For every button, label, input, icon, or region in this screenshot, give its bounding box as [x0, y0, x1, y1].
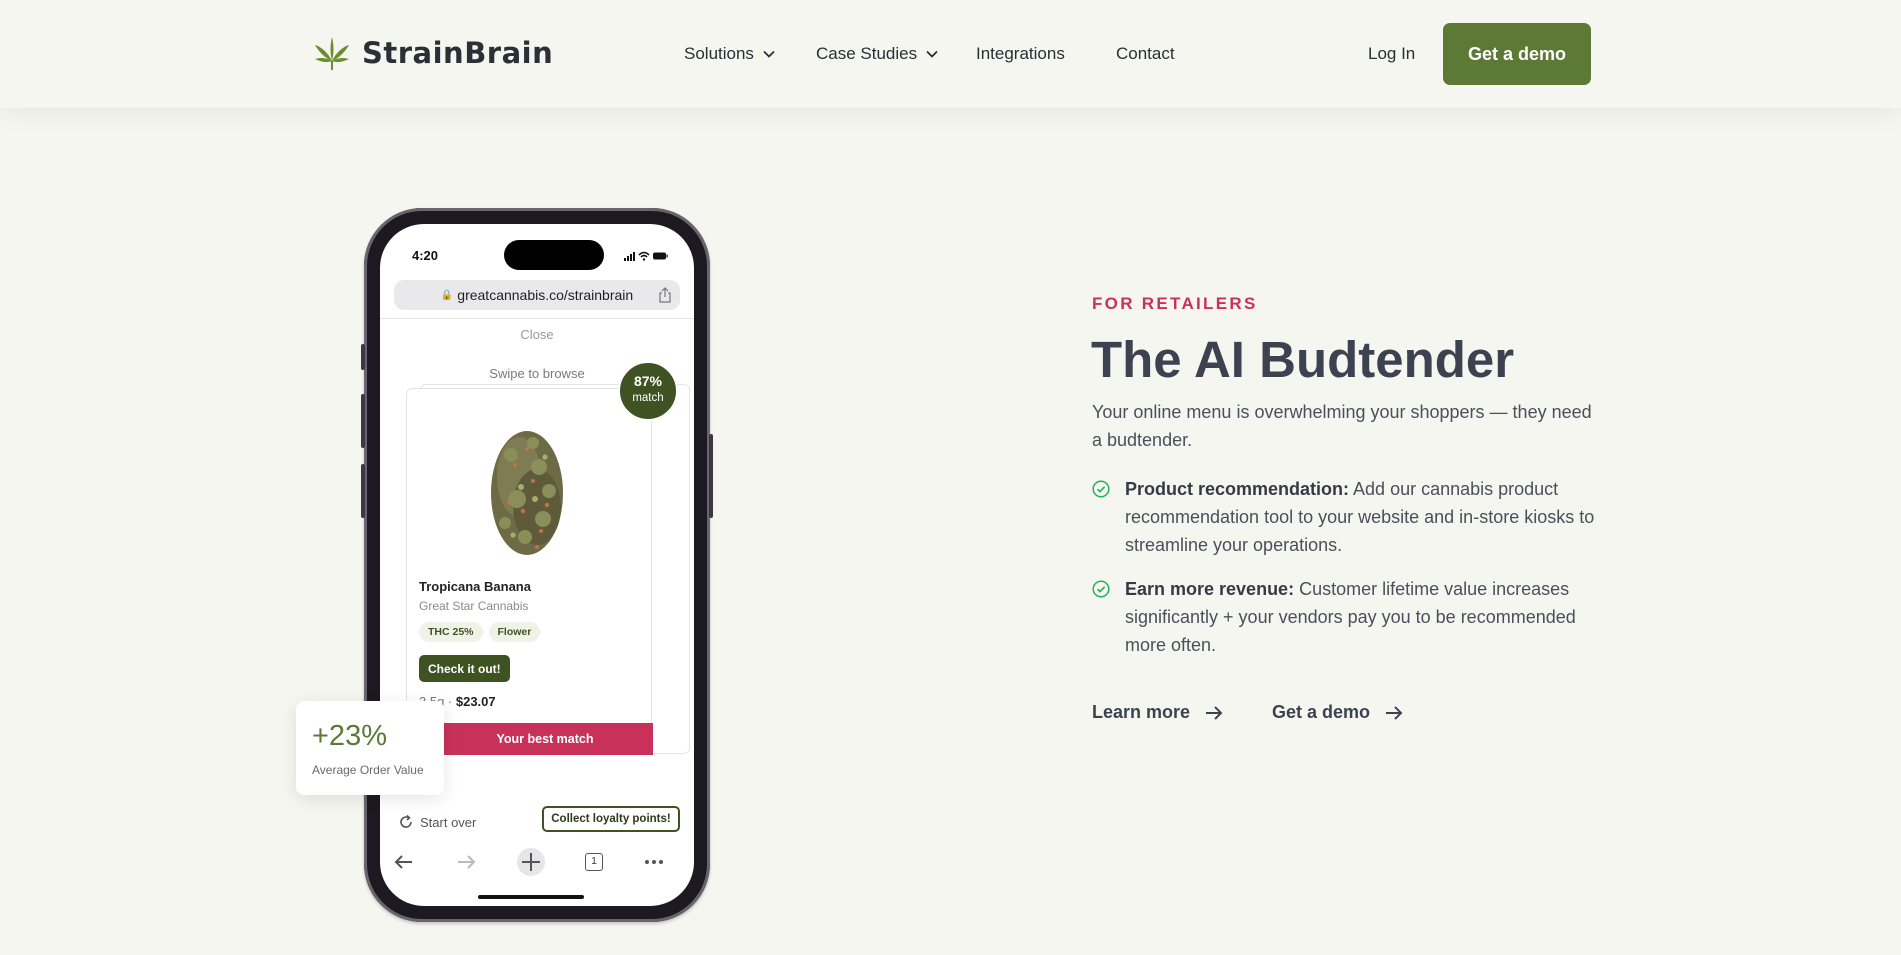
url-text: greatcannabis.co/strainbrain — [457, 287, 634, 303]
eyebrow-label: FOR RETAILERS — [1092, 294, 1258, 313]
page-title: The AI Budtender — [1091, 331, 1515, 388]
phone-screen: 4:20 🔒 greatcannabis.co/strainbrain Clos… — [380, 224, 694, 906]
browser-url-bar[interactable]: 🔒 greatcannabis.co/strainbrain — [394, 280, 680, 310]
dynamic-island — [504, 240, 604, 270]
learn-more-label: Learn more — [1092, 702, 1191, 722]
feature-title: Earn more revenue: — [1125, 579, 1295, 599]
nav-contact[interactable]: Contact — [1116, 44, 1175, 64]
header-demo-button[interactable]: Get a demo — [1443, 23, 1591, 85]
chevron-down-icon — [926, 50, 938, 58]
login-label: Log In — [1368, 44, 1416, 63]
chevron-down-icon — [763, 50, 775, 58]
check-it-out-button[interactable]: Check it out! — [419, 655, 510, 682]
nav-case-studies-label: Case Studies — [816, 44, 918, 63]
login-link[interactable]: Log In — [1368, 44, 1415, 64]
match-badge: 87% match — [618, 361, 678, 421]
plus-icon[interactable] — [516, 847, 546, 877]
product-price-value: $23.07 — [455, 694, 496, 709]
match-percent: 87% — [633, 373, 663, 389]
logo[interactable]: StrainBrain — [312, 33, 553, 73]
nav-contact-label: Contact — [1116, 44, 1175, 63]
get-demo-link[interactable]: Get a demo — [1272, 702, 1404, 723]
arrow-right-icon — [1206, 705, 1223, 720]
nav-case-studies[interactable]: Case Studies — [816, 44, 939, 64]
feature-text: Earn more revenue: Customer lifetime val… — [1125, 575, 1602, 659]
get-demo-label: Get a demo — [1272, 702, 1371, 722]
stat-value: +23% — [312, 720, 387, 752]
cannabis-leaf-icon — [315, 37, 349, 70]
tab-count: 1 — [585, 853, 603, 871]
nav-solutions-label: Solutions — [684, 44, 754, 63]
status-time: 4:20 — [412, 248, 439, 263]
share-icon[interactable] — [658, 287, 672, 303]
arrow-right-icon — [1386, 705, 1403, 720]
match-label: match — [632, 392, 664, 404]
feature-earn-revenue: Earn more revenue: Customer lifetime val… — [1092, 575, 1602, 659]
aov-stat-card: +23% Average Order Value — [296, 701, 444, 795]
tabs-icon[interactable]: 1 — [582, 850, 606, 874]
nav-integrations[interactable]: Integrations — [976, 44, 1065, 64]
brand-name: StrainBrain — [362, 36, 554, 70]
close-link[interactable]: Close — [380, 327, 694, 342]
status-icons — [624, 251, 668, 261]
start-over-label: Start over — [420, 814, 477, 830]
more-icon[interactable] — [642, 850, 666, 874]
phone-volume-up — [361, 394, 365, 448]
loyalty-button[interactable]: Collect loyalty points! — [542, 806, 680, 832]
check-circle-icon — [1092, 580, 1110, 598]
lock-icon: 🔒 — [440, 289, 454, 301]
home-indicator — [478, 895, 584, 899]
browser-toolbar: 1 — [380, 846, 694, 878]
product-card[interactable]: Tropicana Banana Great Star Cannabis THC… — [406, 388, 653, 755]
stat-label: Average Order Value — [312, 763, 424, 777]
learn-more-link[interactable]: Learn more — [1092, 702, 1224, 723]
phone-mute-switch — [361, 344, 365, 370]
cannabis-bud-image — [491, 431, 563, 555]
refresh-icon — [400, 814, 412, 828]
tag-thc: THC 25% — [419, 622, 483, 642]
start-over-button[interactable]: Start over — [398, 814, 476, 830]
feature-text: Product recommendation: Add our cannabis… — [1125, 475, 1602, 559]
product-tags: THC 25% Flower — [419, 622, 541, 642]
nav-integrations-label: Integrations — [976, 44, 1065, 63]
browser-divider — [380, 318, 694, 319]
product-brand: Great Star Cannabis — [419, 599, 529, 613]
product-name: Tropicana Banana — [419, 579, 531, 594]
site-header: StrainBrain Solutions Case Studies Integ… — [0, 0, 1901, 108]
back-arrow-icon[interactable] — [392, 850, 416, 874]
tag-category: Flower — [488, 622, 541, 642]
nav-solutions[interactable]: Solutions — [684, 44, 776, 64]
phone-mockup: 4:20 🔒 greatcannabis.co/strainbrain Clos… — [361, 208, 713, 922]
feature-product-recommendation: Product recommendation: Add our cannabis… — [1092, 475, 1602, 559]
check-circle-icon — [1092, 480, 1110, 498]
feature-title: Product recommendation: — [1125, 479, 1350, 499]
phone-power-button — [709, 434, 713, 518]
forward-arrow-icon[interactable] — [454, 850, 478, 874]
phone-volume-down — [361, 464, 365, 518]
hero-lede: Your online menu is overwhelming your sh… — [1092, 402, 1592, 450]
